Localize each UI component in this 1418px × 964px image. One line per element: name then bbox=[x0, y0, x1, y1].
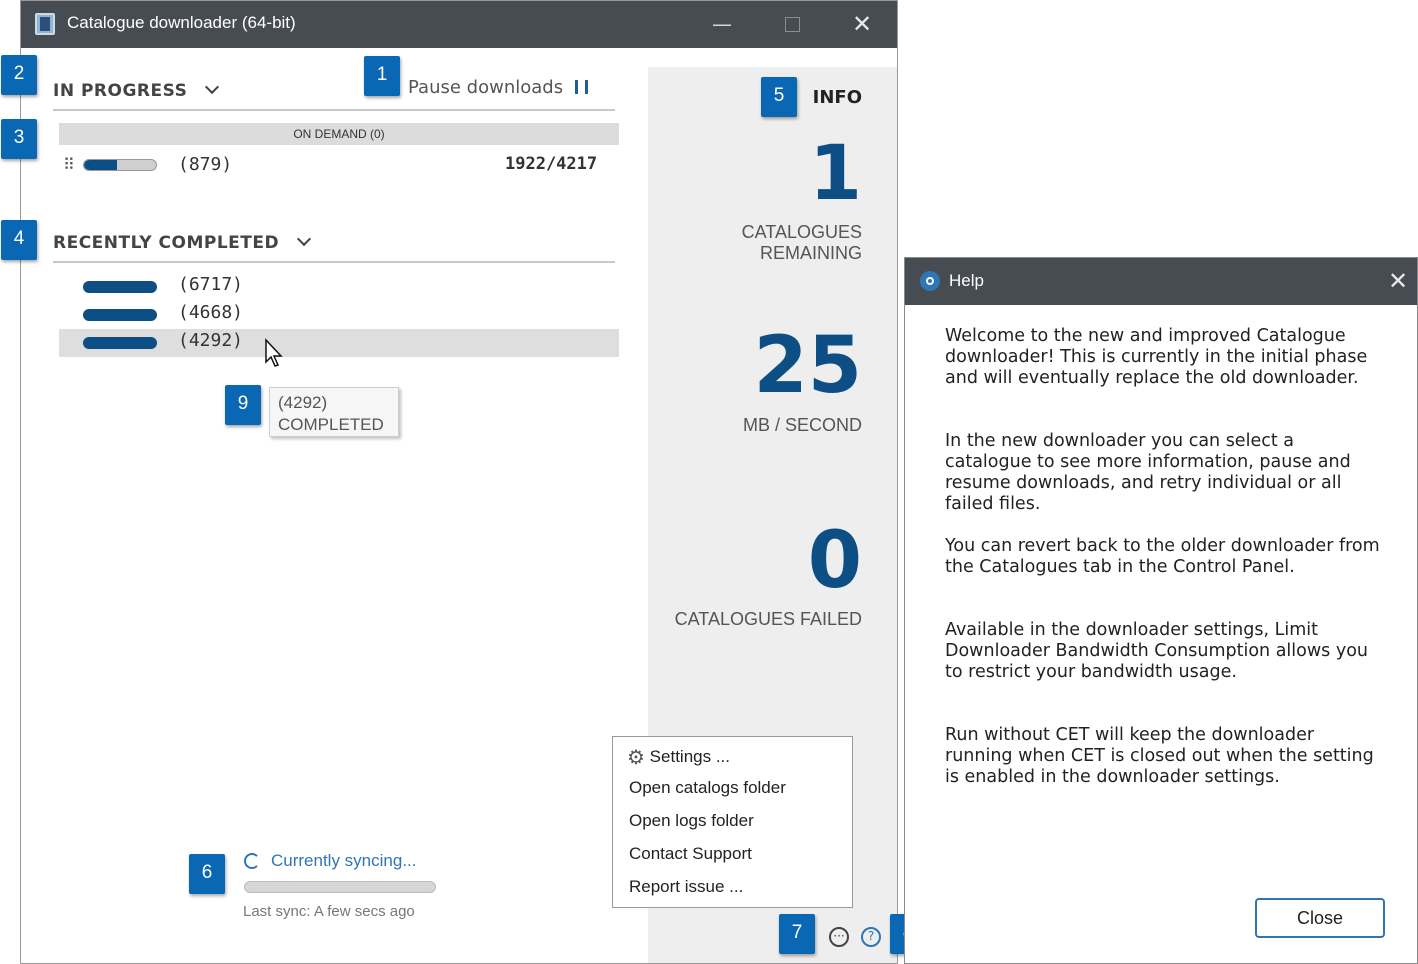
help-titlebar[interactable]: Help ✕ bbox=[905, 258, 1417, 305]
annotation-badge-1: 1 bbox=[364, 56, 400, 96]
drag-handle-icon[interactable]: ⠿ bbox=[63, 155, 75, 174]
annotation-badge-9: 9 bbox=[225, 385, 261, 425]
recently-completed-title: RECENTLY COMPLETED bbox=[53, 233, 280, 253]
mouse-cursor-icon bbox=[265, 338, 283, 367]
help-close-button[interactable]: Close bbox=[1255, 898, 1385, 938]
help-paragraph-bandwidth: Available in the downloader settings, Li… bbox=[945, 620, 1369, 682]
catalogues-remaining-label-line2: REMAINING bbox=[759, 243, 862, 263]
recently-completed-header[interactable]: RECENTLY COMPLETED bbox=[53, 231, 312, 253]
sync-progress-bar bbox=[244, 881, 436, 893]
annotation-badge-3: 3 bbox=[1, 119, 37, 159]
catalogue-downloader-window: Catalogue downloader (64-bit) — ✕ IN PRO… bbox=[20, 0, 898, 964]
help-window-title: Help bbox=[949, 271, 984, 290]
menu-item-open-catalogs-folder[interactable]: Open catalogs folder bbox=[629, 778, 786, 798]
help-window: Help ✕ Welcome to the new and improved C… bbox=[904, 257, 1418, 964]
options-menu: ⚙ Settings ... Open catalogs folder Open… bbox=[612, 736, 853, 908]
help-paragraph-run-without-cet: Run without CET will keep the downloader… bbox=[945, 725, 1374, 787]
menu-item-settings[interactable]: ⚙ Settings ... bbox=[627, 745, 730, 770]
annotation-badge-4: 4 bbox=[1, 220, 37, 260]
annotation-badge-6: 6 bbox=[189, 854, 225, 894]
sync-status: Currently syncing... bbox=[271, 851, 417, 870]
list-item[interactable]: (4668) bbox=[59, 301, 619, 329]
catalogues-failed-value: 0 bbox=[807, 516, 862, 606]
completed-progress-bar bbox=[83, 309, 157, 321]
annotation-badge-2: 2 bbox=[1, 55, 37, 95]
annotation-badge-5: 5 bbox=[761, 77, 797, 117]
minimize-button[interactable]: — bbox=[707, 9, 737, 39]
download-progress-count: 1922/4217 bbox=[505, 154, 598, 174]
pause-downloads-label: Pause downloads bbox=[408, 77, 564, 98]
menu-item-label: Settings ... bbox=[649, 747, 730, 766]
tooltip-status: COMPLETED bbox=[278, 415, 384, 434]
window-title: Catalogue downloader (64-bit) bbox=[67, 13, 296, 32]
chevron-down-icon bbox=[205, 79, 220, 95]
help-close-icon[interactable]: ✕ bbox=[1383, 266, 1413, 296]
more-options-button[interactable]: ··· bbox=[829, 927, 849, 947]
in-progress-header[interactable]: IN PROGRESS bbox=[53, 79, 220, 101]
list-item[interactable]: (6717) bbox=[59, 273, 619, 301]
pause-icon bbox=[575, 80, 589, 94]
last-sync-text: Last sync: A few secs ago bbox=[243, 903, 415, 920]
main-titlebar[interactable]: Catalogue downloader (64-bit) — ✕ bbox=[21, 1, 897, 48]
completed-progress-bar bbox=[83, 337, 157, 349]
catalogues-remaining-label: CATALOGUES REMAINING bbox=[742, 222, 862, 264]
chevron-down-icon bbox=[297, 231, 312, 247]
download-progress-fill bbox=[84, 160, 118, 170]
divider bbox=[53, 109, 615, 111]
close-button[interactable]: ✕ bbox=[847, 9, 877, 39]
download-progress-bar bbox=[83, 159, 157, 171]
catalogues-remaining-label-line1: CATALOGUES bbox=[741, 222, 862, 242]
download-speed-label: MB / SECOND bbox=[742, 415, 862, 435]
completed-progress-bar bbox=[83, 281, 157, 293]
catalogue-id: (6717) bbox=[178, 274, 244, 295]
menu-item-contact-support[interactable]: Contact Support bbox=[629, 844, 752, 864]
catalogue-id: (4668) bbox=[178, 302, 244, 323]
download-speed-value: 25 bbox=[753, 321, 862, 411]
more-icon: ··· bbox=[833, 929, 845, 943]
tooltip: (4292) COMPLETED bbox=[269, 387, 399, 437]
catalogue-id: (4292) bbox=[178, 330, 244, 351]
help-app-icon bbox=[920, 271, 940, 291]
pause-downloads-button[interactable]: Pause downloads bbox=[408, 77, 589, 98]
help-paragraph-welcome: Welcome to the new and improved Catalogu… bbox=[945, 326, 1368, 388]
help-paragraph-revert: You can revert back to the older downloa… bbox=[945, 536, 1380, 577]
help-button[interactable]: ? bbox=[861, 927, 881, 947]
divider bbox=[53, 261, 615, 263]
help-icon: ? bbox=[867, 929, 875, 943]
catalogue-id[interactable]: (879) bbox=[178, 154, 232, 175]
menu-item-open-logs-folder[interactable]: Open logs folder bbox=[629, 811, 754, 831]
in-progress-title: IN PROGRESS bbox=[53, 81, 188, 101]
app-icon bbox=[35, 13, 55, 35]
catalogues-failed-label: CATALOGUES FAILED bbox=[674, 609, 862, 629]
on-demand-group[interactable]: ON DEMAND (0) bbox=[59, 123, 619, 145]
help-paragraph-features: In the new downloader you can select a c… bbox=[945, 431, 1351, 514]
tooltip-id: (4292) bbox=[278, 393, 328, 412]
maximize-icon bbox=[784, 17, 800, 32]
maximize-button[interactable] bbox=[777, 9, 807, 39]
menu-item-report-issue[interactable]: Report issue ... bbox=[629, 877, 743, 897]
gear-icon: ⚙ bbox=[627, 747, 645, 769]
catalogues-remaining-value: 1 bbox=[809, 128, 862, 217]
sync-icon bbox=[244, 853, 260, 869]
annotation-badge-7: 7 bbox=[779, 914, 815, 954]
info-title: INFO bbox=[812, 87, 862, 108]
list-item-hovered[interactable]: (4292) bbox=[59, 329, 619, 357]
